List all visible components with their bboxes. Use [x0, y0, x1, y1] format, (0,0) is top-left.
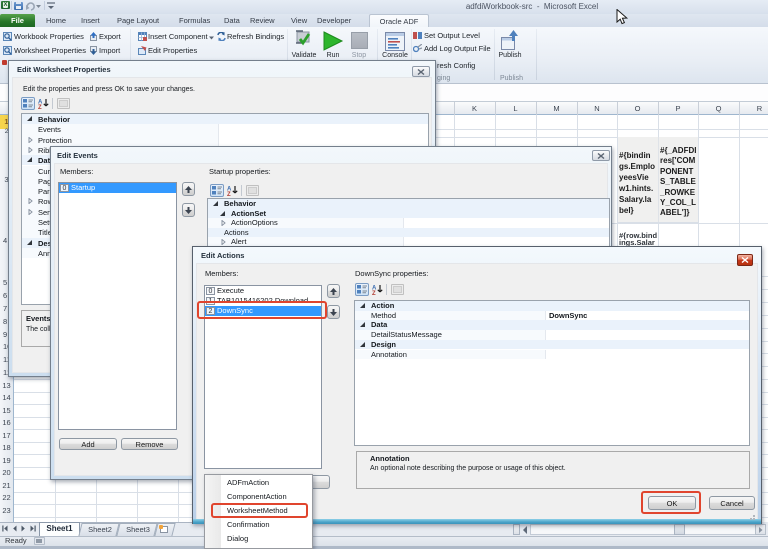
svg-text:Z: Z	[227, 192, 231, 196]
svg-text:Z: Z	[372, 291, 376, 295]
svg-text:Z: Z	[38, 105, 42, 109]
